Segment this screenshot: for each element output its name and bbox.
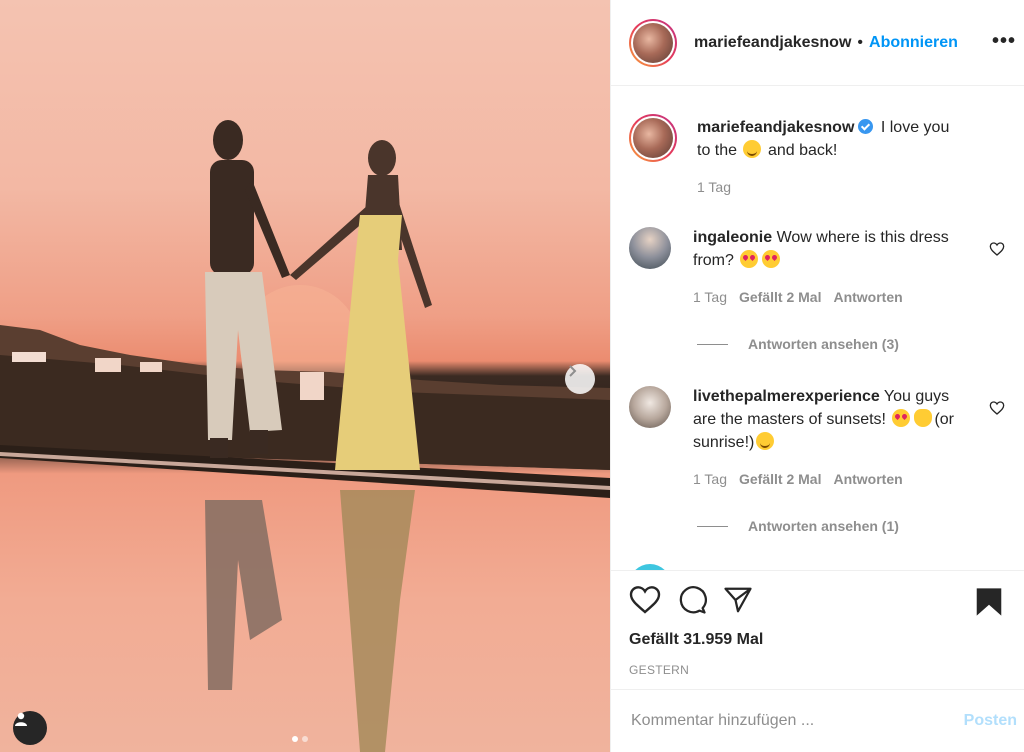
carousel-indicator	[292, 736, 308, 742]
user-icon	[15, 712, 27, 726]
reply-button[interactable]: Antworten	[833, 468, 902, 491]
comment-likes[interactable]: Gefällt 2 Mal	[739, 468, 821, 491]
post-date[interactable]: GESTERN	[629, 663, 1007, 677]
verified-badge-icon	[858, 119, 874, 134]
replies-line	[697, 343, 728, 345]
commenter-username[interactable]: livethepalmerexperience	[693, 388, 880, 405]
comment-time[interactable]: 1 Tag	[693, 468, 727, 491]
comment-item: ingaleonie Wow where is this dress from?…	[629, 227, 1007, 309]
heart-eyes-emoji-icon	[892, 409, 911, 427]
author-avatar[interactable]	[629, 18, 677, 67]
view-replies-label: Antworten ansehen (3)	[748, 336, 899, 352]
commenter-avatar[interactable]	[629, 227, 671, 269]
like-heart-icon[interactable]	[629, 585, 661, 620]
carousel-dot	[302, 736, 308, 742]
heart-eyes-emoji-icon	[740, 250, 759, 268]
caption: mariefeandjakesnow I love you to the and…	[629, 114, 1007, 199]
post-side-panel: mariefeandjakesnow • Abonnieren ••• mari…	[610, 0, 1024, 752]
comment-time[interactable]: 1 Tag	[693, 286, 727, 309]
sunset-couple-image	[0, 120, 610, 752]
post-photo[interactable]	[0, 0, 610, 752]
avatar-image	[633, 22, 673, 63]
commenter-username[interactable]: ingaleonie	[693, 229, 772, 246]
comment-item: livethepalmerexperience You guys are the…	[629, 386, 1007, 491]
post-header: mariefeandjakesnow • Abonnieren •••	[611, 0, 1024, 86]
add-comment-bar: Posten	[611, 689, 1024, 752]
commenter-avatar[interactable]	[629, 386, 671, 428]
post-actions: Gefällt 31.959 Mal GESTERN	[611, 570, 1024, 688]
comment-bubble-icon[interactable]	[677, 585, 707, 620]
reply-button[interactable]: Antworten	[833, 286, 902, 309]
comment-input[interactable]	[631, 712, 964, 730]
avatar-image	[633, 118, 673, 158]
follow-button[interactable]: Abonnieren	[869, 34, 958, 52]
header-separator: •	[857, 33, 864, 51]
carousel-dot-active	[292, 736, 298, 742]
author-username[interactable]: mariefeandjakesnow	[694, 34, 851, 52]
post-comment-button[interactable]: Posten	[964, 712, 1017, 730]
bookmark-icon[interactable]	[975, 587, 1003, 622]
ok-hand-emoji-icon	[914, 409, 933, 427]
smiley-emoji-icon	[743, 140, 762, 158]
chevron-right-icon	[569, 365, 577, 377]
caption-text-part2: and back!	[767, 142, 838, 159]
heart-eyes-emoji-icon	[762, 250, 781, 268]
like-comment-heart-icon[interactable]	[989, 241, 1005, 262]
view-replies-button[interactable]: Antworten ansehen (1)	[697, 518, 1007, 534]
caption-username[interactable]: mariefeandjakesnow	[697, 119, 854, 136]
caption-avatar[interactable]	[629, 114, 677, 162]
comments-list[interactable]: mariefeandjakesnow I love you to the and…	[611, 87, 1024, 570]
view-replies-button[interactable]: Antworten ansehen (3)	[697, 336, 1007, 352]
next-photo-button[interactable]	[565, 364, 595, 394]
replies-line	[697, 525, 728, 527]
tagged-users-button[interactable]	[13, 711, 47, 745]
like-count[interactable]: Gefällt 31.959 Mal	[629, 631, 1007, 649]
caption-time[interactable]: 1 Tag	[697, 176, 731, 199]
view-replies-label: Antworten ansehen (1)	[748, 518, 899, 534]
more-options-icon[interactable]: •••	[992, 30, 1016, 53]
like-comment-heart-icon[interactable]	[989, 400, 1005, 421]
smiling-face-emoji-icon	[756, 432, 775, 450]
share-paper-plane-icon[interactable]	[723, 585, 753, 620]
comment-likes[interactable]: Gefällt 2 Mal	[739, 286, 821, 309]
